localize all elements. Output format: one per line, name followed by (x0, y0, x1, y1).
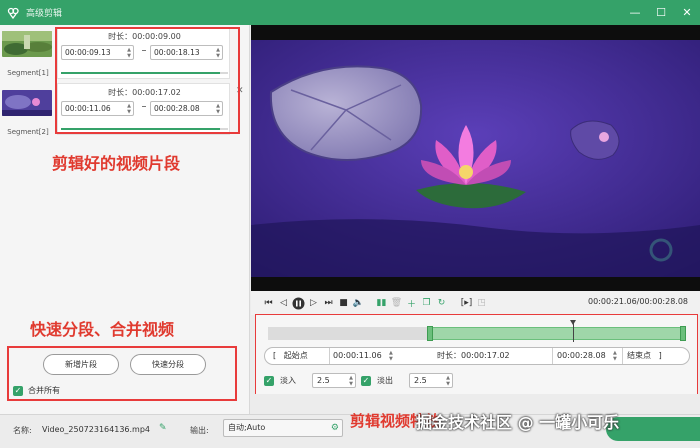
segment-thumbnail (2, 31, 52, 57)
maximize-icon[interactable]: ☐ (648, 0, 674, 25)
fade-out-input[interactable]: 2.5 ▲ ▼ (409, 373, 453, 388)
merge-all-checkbox[interactable]: ✓ 合并所有 (13, 385, 60, 396)
filename: Video_250723164136.mp4 (42, 425, 150, 434)
app-logo-icon (6, 6, 20, 20)
stop-icon[interactable]: ■ (336, 296, 351, 311)
skip-end-icon[interactable]: ⏭ (321, 296, 336, 311)
watermark: 掘金技术社区 @ 一罐小可乐 (416, 413, 620, 432)
pause-icon[interactable] (291, 296, 306, 311)
divider (622, 348, 623, 364)
add-segment-button[interactable]: 新增片段 (43, 354, 119, 375)
trim-start-handle[interactable] (426, 326, 433, 341)
checkbox-checked-icon: ✓ (13, 385, 23, 396)
fade-controls: ✓ 淡入 2.5 ▲ ▼ ✓ 淡出 2.5 ▲ ▼ (264, 373, 453, 388)
copy-icon[interactable]: ❐ (419, 296, 434, 311)
export-button[interactable] (606, 417, 700, 441)
playback-time: 00:00:21.06/00:00:28.08 (588, 297, 688, 306)
divider (329, 348, 330, 364)
segment-thumb-2[interactable]: Segment[2] (0, 86, 56, 140)
start-time-input[interactable]: 00:00:11.06 (333, 348, 382, 364)
volume-icon[interactable]: 🔈 (351, 296, 366, 311)
trim-bracket-icon[interactable]: [▸] (459, 296, 474, 311)
edit-name-icon[interactable]: ✎ (159, 423, 167, 433)
add-icon[interactable]: ＋ (404, 296, 419, 311)
title-bar: 高级剪辑 — ☐ ✕ (0, 0, 700, 25)
merge-all-label: 合并所有 (28, 386, 60, 395)
fade-in-label: 淡入 (280, 376, 296, 385)
video-preview[interactable] (251, 25, 700, 291)
close-icon[interactable]: ✕ (674, 0, 700, 25)
gear-icon[interactable]: ⚙ (331, 422, 339, 434)
end-time-input[interactable]: 00:00:28.08 (557, 348, 606, 364)
set-end-button[interactable]: 结束点 ] (627, 348, 662, 364)
range-editor: [ 起始点 00:00:11.06 ▲ ▼ 时长：00:00:17.02 00:0… (264, 347, 690, 365)
skip-start-icon[interactable]: ⏮ (261, 296, 276, 311)
minimize-icon[interactable]: — (622, 0, 648, 25)
fade-out-checkbox[interactable]: ✓ (361, 375, 371, 386)
video-frame (251, 40, 700, 277)
annotation-clips: 剪辑好的视频片段 (52, 154, 181, 173)
set-start-button[interactable]: [ 起始点 (273, 348, 308, 364)
segment-thumbnail (2, 90, 52, 116)
output-label: 输出: (190, 426, 209, 435)
start-spinner[interactable]: ▲ ▼ (389, 350, 393, 362)
fade-out-label: 淡出 (377, 376, 393, 385)
timeline-track[interactable] (268, 320, 686, 342)
range-duration: 时长：00:00:17.02 (437, 351, 510, 360)
quick-split-button[interactable]: 快速分段 (130, 354, 206, 375)
divider (552, 348, 553, 364)
fade-in-checkbox[interactable]: ✓ (264, 375, 274, 386)
trim-end-handle[interactable] (680, 326, 686, 341)
segment-label: Segment[1] (7, 69, 49, 77)
window-title: 高级剪辑 (26, 9, 63, 19)
output-select[interactable]: 自动;Auto ⚙ (223, 419, 343, 437)
highlight-box-clips (55, 27, 240, 134)
prev-frame-icon[interactable]: ◁ (276, 296, 291, 311)
delete-icon[interactable]: 🗑 (389, 296, 404, 311)
playhead[interactable] (570, 320, 577, 342)
timeline-panel: [ 起始点 00:00:11.06 ▲ ▼ 时长：00:00:17.02 00:0… (256, 315, 697, 394)
segment-thumb-1[interactable]: Segment[1] (0, 27, 56, 81)
name-label: 名称: (13, 426, 32, 435)
annotation-split-merge: 快速分段、合并视频 (30, 320, 175, 339)
player-controls: ⏮ ◁ ▷ ⏭ ■ 🔈 ▮▮ 🗑 ＋ ❐ ↻ [▸] ◳ 00:00:21.06… (251, 291, 700, 315)
timeline-selection (426, 327, 686, 340)
split-icon[interactable]: ▮▮ (374, 296, 389, 311)
fade-in-input[interactable]: 2.5 ▲ ▼ (312, 373, 356, 388)
segment-label: Segment[2] (7, 128, 49, 136)
end-spinner[interactable]: ▲ ▼ (613, 350, 617, 362)
snapshot-icon[interactable]: ◳ (474, 296, 489, 311)
reset-icon[interactable]: ↻ (434, 296, 449, 311)
next-frame-icon[interactable]: ▷ (306, 296, 321, 311)
